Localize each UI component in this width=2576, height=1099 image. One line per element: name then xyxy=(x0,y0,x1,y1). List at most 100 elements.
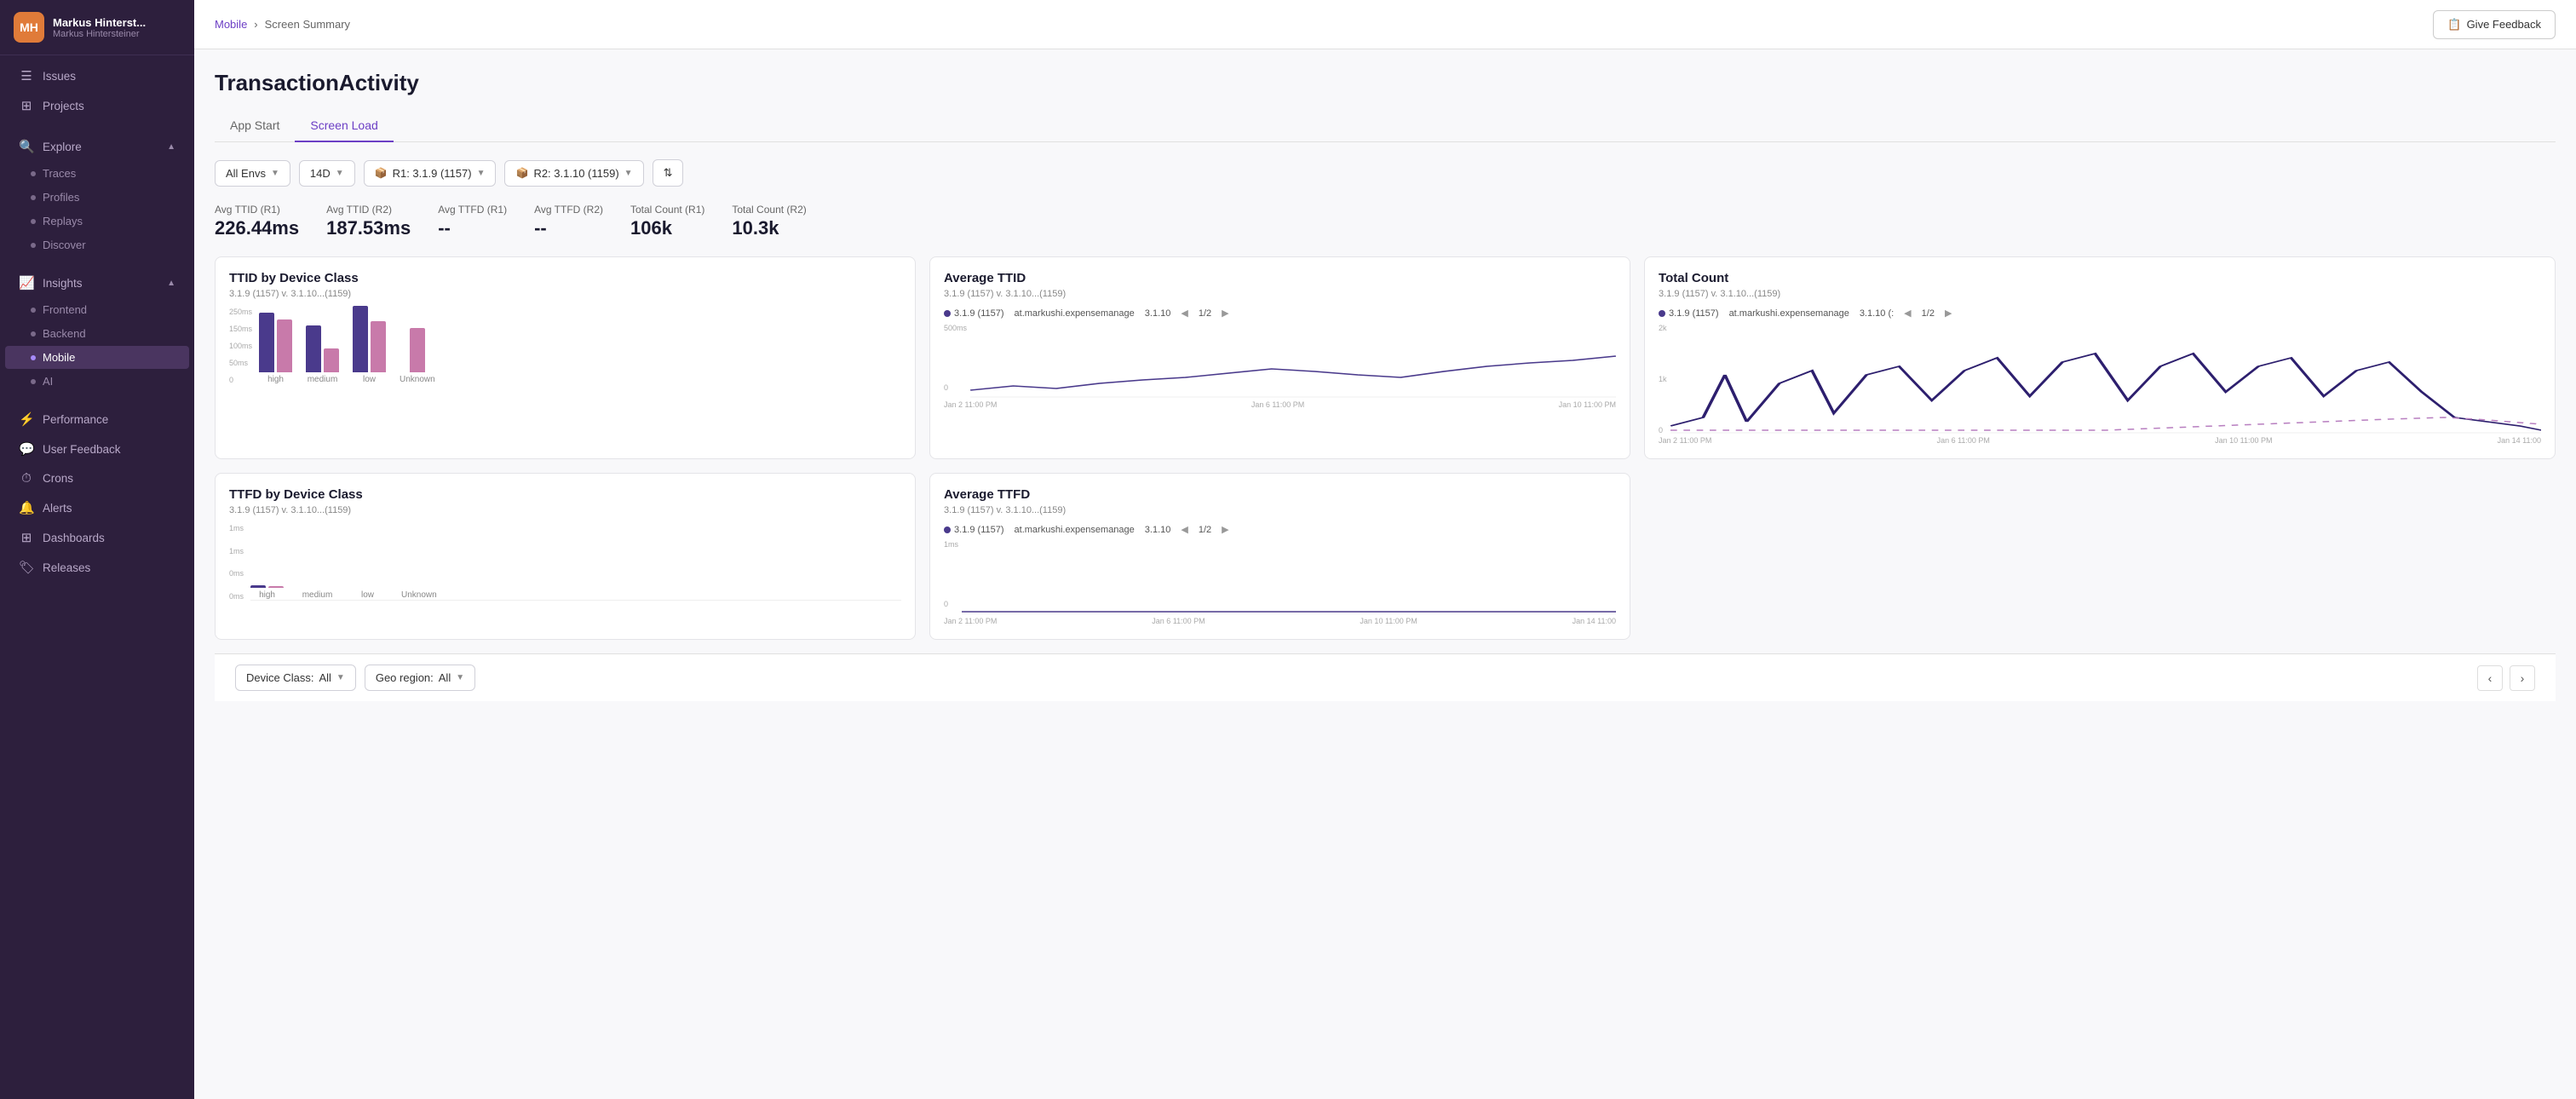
chart-placeholder xyxy=(1644,473,2556,640)
r1-package-icon: 📦 xyxy=(375,167,388,179)
chart-ttfd-prev[interactable]: ◀ xyxy=(1181,524,1187,535)
sidebar-item-alerts-label: Alerts xyxy=(43,502,72,515)
metric-total-count-r1-label: Total Count (R1) xyxy=(630,204,704,216)
next-page-button[interactable]: › xyxy=(2510,665,2535,691)
total-count-legend-r3: 3.1.10 (: xyxy=(1860,308,1894,319)
sidebar-sub-profiles-label: Profiles xyxy=(43,191,79,204)
sidebar-sub-replays-label: Replays xyxy=(43,215,83,227)
env-chevron-icon: ▼ xyxy=(271,169,279,178)
replays-dot xyxy=(31,219,36,224)
sidebar-sub-item-ai[interactable]: AI xyxy=(5,370,189,393)
sidebar-sub-traces-label: Traces xyxy=(43,167,76,180)
sidebar-item-releases-label: Releases xyxy=(43,561,90,574)
env-filter-button[interactable]: All Envs ▼ xyxy=(215,160,290,187)
device-class-label: Device Class: xyxy=(246,671,313,684)
sidebar-item-dashboards[interactable]: ⊞ Dashboards xyxy=(5,523,189,552)
give-feedback-button[interactable]: 📋 Give Feedback xyxy=(2433,10,2556,39)
sidebar-sub-item-mobile[interactable]: Mobile xyxy=(5,346,189,369)
sidebar-item-user-feedback[interactable]: 💬 User Feedback xyxy=(5,434,189,463)
sidebar-item-insights[interactable]: 📈 Insights ▲ xyxy=(5,268,189,297)
bottom-bar: Device Class: All ▼ Geo region: All ▼ ‹ … xyxy=(215,653,2556,701)
bar-ttid-low-r2 xyxy=(371,321,386,372)
page-content: TransactionActivity App Start Screen Loa… xyxy=(194,49,2576,1099)
chart-total-count: Total Count 3.1.9 (1157) v. 3.1.10...(11… xyxy=(1644,256,2556,459)
sidebar-sub-discover-label: Discover xyxy=(43,239,86,251)
chart-avg-ttfd-title: Average TTFD xyxy=(944,487,1616,502)
chart-total-prev[interactable]: ◀ xyxy=(1904,308,1911,319)
sidebar-item-explore[interactable]: 🔍 Explore ▲ xyxy=(5,132,189,161)
sidebar-header: MH Markus Hinterst... Markus Hinterstein… xyxy=(0,0,194,55)
chart-ttfd-subtitle: 3.1.9 (1157) v. 3.1.10...(1159) xyxy=(229,505,901,515)
user-feedback-icon: 💬 xyxy=(19,441,34,457)
legend-r1-label: 3.1.9 (1157) xyxy=(954,308,1004,319)
sidebar-item-alerts[interactable]: 🔔 Alerts xyxy=(5,493,189,522)
bar-ttid-medium-r1 xyxy=(306,325,321,372)
chart-ttid-by-device: TTID by Device Class 3.1.9 (1157) v. 3.1… xyxy=(215,256,916,459)
sidebar-item-crons[interactable]: ⏱ Crons xyxy=(5,464,189,492)
explore-icon: 🔍 xyxy=(19,139,34,154)
breadcrumb-root[interactable]: Mobile xyxy=(215,18,247,31)
chart-avg-ttid: Average TTID 3.1.9 (1157) v. 3.1.10...(1… xyxy=(929,256,1630,459)
sidebar-sub-item-discover[interactable]: Discover xyxy=(5,233,189,256)
r2-filter-label: R2: 3.1.10 (1159) xyxy=(533,167,618,180)
sidebar-item-issues[interactable]: ☰ Issues xyxy=(5,61,189,90)
sidebar-item-user-feedback-label: User Feedback xyxy=(43,443,121,456)
sidebar-sub-item-replays[interactable]: Replays xyxy=(5,210,189,233)
device-class-filter[interactable]: Device Class: All ▼ xyxy=(235,665,356,691)
chart-avg-ttid-title: Average TTID xyxy=(944,271,1616,285)
sidebar-item-projects[interactable]: ⊞ Projects xyxy=(5,91,189,120)
sidebar-item-performance-label: Performance xyxy=(43,413,108,426)
chart-avg-ttfd: Average TTFD 3.1.9 (1157) v. 3.1.10...(1… xyxy=(929,473,1630,640)
chart-avg-ttid-area xyxy=(970,331,1616,399)
tab-screen-load[interactable]: Screen Load xyxy=(295,110,393,142)
metric-avg-ttid-r2-label: Avg TTID (R2) xyxy=(326,204,411,216)
sidebar-sub-ai-label: AI xyxy=(43,375,53,388)
sidebar-item-performance[interactable]: ⚡ Performance xyxy=(5,405,189,434)
metric-avg-ttid-r1: Avg TTID (R1) 226.44ms xyxy=(215,204,299,239)
time-chevron-icon: ▼ xyxy=(336,169,344,178)
prev-page-button[interactable]: ‹ xyxy=(2477,665,2503,691)
chart-avg-ttfd-legend: 3.1.9 (1157) at.markushi.expensemanage 3… xyxy=(944,524,1616,535)
chart-avg-ttfd-x-labels: Jan 2 11:00 PMJan 6 11:00 PMJan 10 11:00… xyxy=(944,617,1616,625)
performance-icon: ⚡ xyxy=(19,411,34,427)
filters-row: All Envs ▼ 14D ▼ 📦 R1: 3.1.9 (1157) ▼ 📦 … xyxy=(215,159,2556,187)
time-filter-button[interactable]: 14D ▼ xyxy=(299,160,355,187)
metric-avg-ttid-r2-value: 187.53ms xyxy=(326,217,411,239)
swap-icon: ⇅ xyxy=(664,166,673,180)
sidebar-item-dashboards-label: Dashboards xyxy=(43,532,105,544)
sidebar-sub-item-backend[interactable]: Backend xyxy=(5,322,189,345)
ai-dot xyxy=(31,379,36,384)
chart-total-next[interactable]: ▶ xyxy=(1945,308,1952,319)
alerts-icon: 🔔 xyxy=(19,500,34,515)
backend-dot xyxy=(31,331,36,337)
traces-dot xyxy=(31,171,36,176)
sidebar-sub-item-profiles[interactable]: Profiles xyxy=(5,186,189,209)
bar-ttid-high-r2 xyxy=(277,319,292,372)
breadcrumb-current: Screen Summary xyxy=(265,18,350,31)
chart-ttid-prev[interactable]: ◀ xyxy=(1181,308,1187,319)
bar-ttid-unknown-r1 xyxy=(410,328,425,372)
r2-filter-button[interactable]: 📦 R2: 3.1.10 (1159) ▼ xyxy=(504,160,643,187)
metric-avg-ttid-r1-value: 226.44ms xyxy=(215,217,299,239)
chart-ttid-next[interactable]: ▶ xyxy=(1222,308,1228,319)
r2-package-icon: 📦 xyxy=(515,167,528,179)
sidebar-sub-item-frontend[interactable]: Frontend xyxy=(5,298,189,321)
bar-chart-ttid: high medium xyxy=(259,308,901,384)
tab-app-start[interactable]: App Start xyxy=(215,110,295,142)
legend-r2-label: at.markushi.expensemanage xyxy=(1015,308,1135,319)
chart-avg-ttid-x-labels: Jan 2 11:00 PMJan 6 11:00 PMJan 10 11:00… xyxy=(944,400,1616,409)
sidebar-sub-frontend-label: Frontend xyxy=(43,303,87,316)
sidebar-sub-item-traces[interactable]: Traces xyxy=(5,162,189,185)
metric-avg-ttfd-r2: Avg TTFD (R2) -- xyxy=(534,204,603,239)
chart-total-count-area xyxy=(1670,324,2541,434)
swap-filter-button[interactable]: ⇅ xyxy=(653,159,684,187)
metric-total-count-r1-value: 106k xyxy=(630,217,704,239)
geo-region-filter[interactable]: Geo region: All ▼ xyxy=(365,665,475,691)
crons-icon: ⏱ xyxy=(19,471,34,486)
breadcrumb: Mobile › Screen Summary xyxy=(215,18,350,31)
sidebar-item-releases[interactable]: 🏷 Releases xyxy=(5,553,189,582)
chart-ttfd-next[interactable]: ▶ xyxy=(1222,524,1228,535)
chart-avg-ttid-subtitle: 3.1.9 (1157) v. 3.1.10...(1159) xyxy=(944,289,1616,299)
mobile-dot xyxy=(31,355,36,360)
r1-filter-button[interactable]: 📦 R1: 3.1.9 (1157) ▼ xyxy=(364,160,497,187)
